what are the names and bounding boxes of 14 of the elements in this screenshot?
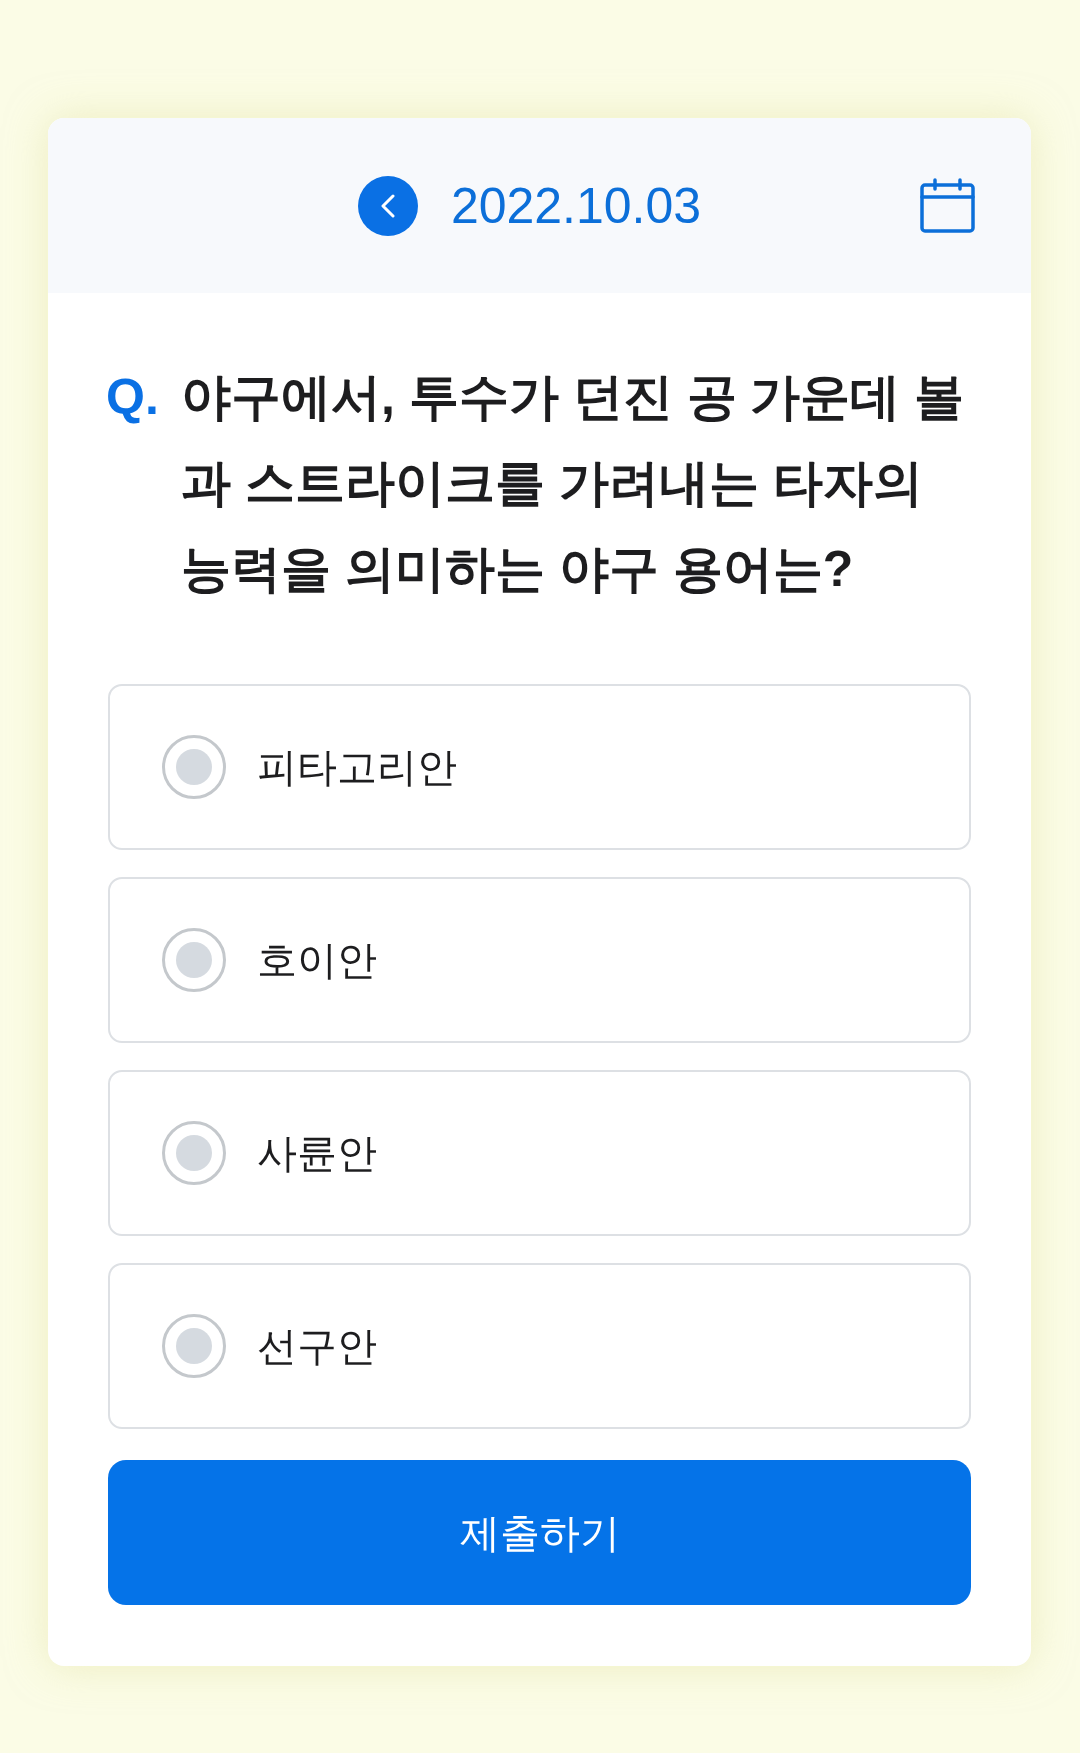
- calendar-icon[interactable]: [920, 178, 975, 233]
- submit-button[interactable]: 제출하기: [108, 1460, 971, 1605]
- chevron-left-icon: [380, 193, 395, 218]
- answer-option[interactable]: 피타고리안: [108, 684, 971, 850]
- radio-button[interactable]: [162, 1314, 226, 1378]
- radio-button[interactable]: [162, 1121, 226, 1185]
- answer-option[interactable]: 선구안: [108, 1263, 971, 1429]
- date-title: 2022.10.03: [450, 176, 702, 236]
- question-text: 야구에서, 투수가 던진 공 가운데 볼과 스트라이크를 가려내는 타자의 능력을 의미하는 야구 용어는?: [181, 368, 966, 599]
- radio-button[interactable]: [162, 735, 226, 799]
- question-marker: Q.: [106, 368, 160, 427]
- answer-option[interactable]: 사륜안: [108, 1070, 971, 1236]
- answer-option[interactable]: 호이안: [108, 877, 971, 1043]
- radio-button[interactable]: [162, 928, 226, 992]
